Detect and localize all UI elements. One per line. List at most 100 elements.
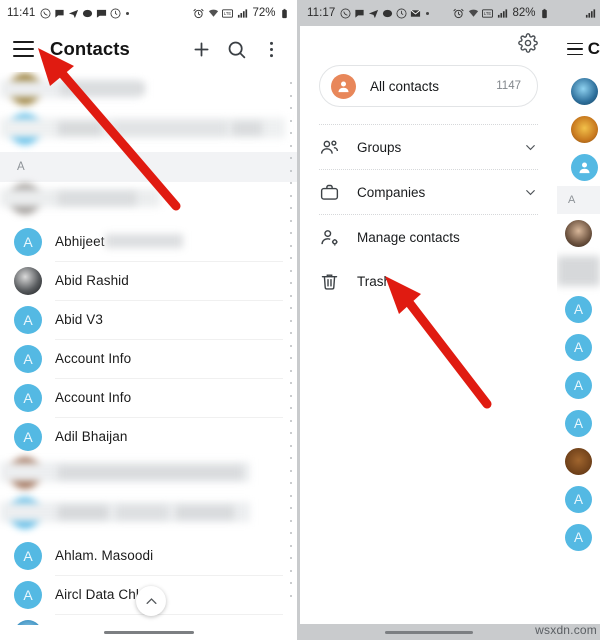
- signal-icon: [585, 8, 596, 19]
- list-item[interactable]: [563, 72, 600, 110]
- search-icon[interactable]: [223, 36, 249, 62]
- contact-name: Aircl Data Chk: [55, 587, 143, 602]
- watermark: wsxdn.com: [535, 623, 597, 637]
- avatar: A: [14, 305, 42, 334]
- svg-text:LTE: LTE: [224, 10, 231, 15]
- signal-icon: [237, 8, 248, 19]
- list-item-redacted[interactable]: [0, 182, 297, 222]
- drawer-header: [300, 26, 557, 60]
- list-item-redacted[interactable]: [0, 496, 297, 536]
- chevron-up-icon: [146, 597, 156, 604]
- all-contacts-label: All contacts: [370, 78, 440, 94]
- gear-icon[interactable]: [518, 33, 538, 53]
- avatar: A: [14, 383, 42, 412]
- list-item[interactable]: A: [557, 404, 600, 442]
- table-row[interactable]: Abid Rashid: [0, 261, 297, 300]
- signal-icon: [497, 8, 508, 19]
- table-row[interactable]: A Abhijeet: [0, 222, 297, 261]
- hamburger-icon[interactable]: [13, 41, 34, 57]
- avatar: A: [565, 523, 592, 551]
- peek-card: [563, 72, 600, 186]
- chat-bubble-icon: [382, 8, 393, 19]
- wifi-icon: [208, 8, 219, 19]
- clock-history-icon: [396, 8, 407, 19]
- drawer-bottom-fill: [300, 616, 557, 624]
- person-icon: [579, 162, 590, 173]
- list-item-redacted[interactable]: [557, 252, 600, 290]
- table-row[interactable]: A Account Info: [0, 378, 297, 417]
- plus-icon[interactable]: [188, 36, 214, 62]
- svg-text:LTE: LTE: [484, 10, 491, 15]
- phone-screen-drawer: 11:17 LTE 82% All contacts 1147 Groups C…: [300, 0, 557, 640]
- phone-screen-peek: C A A A A A A A: [557, 0, 600, 640]
- system-nav-bar: [0, 625, 297, 640]
- drawer-item-trash[interactable]: Trash: [319, 259, 538, 303]
- drawer-item-companies[interactable]: Companies: [319, 170, 538, 214]
- scroll-to-top-button[interactable]: [136, 586, 166, 616]
- contact-name: Account Info: [55, 351, 132, 366]
- contact-name: Adil Bhaijan: [55, 429, 128, 444]
- nav-gesture-pill[interactable]: [384, 630, 473, 634]
- navigation-drawer: All contacts 1147 Groups Companies Manag…: [300, 26, 557, 640]
- list-item[interactable]: [563, 110, 600, 148]
- message-icon: [354, 8, 365, 19]
- drawer-item-manage-contacts[interactable]: Manage contacts: [319, 215, 538, 259]
- list-item[interactable]: A: [557, 366, 600, 404]
- drawer-item-label: Groups: [357, 139, 402, 155]
- contact-name: Abid V3: [55, 312, 103, 327]
- whatsapp-icon: [340, 8, 351, 19]
- list-item[interactable]: [563, 148, 600, 186]
- mail-icon: [410, 8, 421, 19]
- briefcase-icon: [319, 182, 340, 203]
- peek-contacts-screen[interactable]: C A A A A A A A: [557, 26, 600, 640]
- list-item-redacted[interactable]: [0, 112, 297, 152]
- avatar: [571, 77, 598, 105]
- table-row[interactable]: A Adil Bhaijan: [0, 417, 297, 456]
- page-title: Contacts: [50, 38, 130, 59]
- more-vertical-icon[interactable]: [258, 36, 284, 62]
- system-nav-bar: [300, 624, 557, 640]
- drawer-item-label: Trash: [357, 273, 392, 289]
- chevron-down-icon[interactable]: [523, 185, 538, 200]
- list-item[interactable]: A: [557, 290, 600, 328]
- table-row[interactable]: A Ahlam. Masoodi: [0, 536, 297, 575]
- hamburger-icon[interactable]: [567, 42, 583, 56]
- list-item[interactable]: [557, 442, 600, 480]
- message-icon: [54, 8, 65, 19]
- people-icon: [319, 137, 340, 158]
- status-left-icons: [340, 8, 430, 19]
- battery-percent: 82%: [512, 7, 536, 19]
- alphabet-index-rail[interactable]: [287, 82, 294, 610]
- list-item-redacted[interactable]: [0, 72, 297, 112]
- wifi-icon: [468, 8, 479, 19]
- list-item[interactable]: A: [557, 518, 600, 556]
- status-bar-mid: 11:17 LTE 82%: [300, 0, 557, 26]
- list-item[interactable]: A: [557, 328, 600, 366]
- alarm-icon: [453, 8, 465, 19]
- table-row[interactable]: A Account Info: [0, 339, 297, 378]
- status-time: 11:17: [307, 7, 336, 19]
- contacts-list[interactable]: A A Abhijeet Abid Rashid A Abid V3 A Acc…: [0, 72, 297, 640]
- avatar: A: [565, 409, 592, 437]
- more-dot-icon: [126, 11, 130, 15]
- nav-gesture-pill[interactable]: [103, 631, 194, 634]
- clock-history-icon: [110, 8, 121, 19]
- avatar: A: [14, 227, 42, 256]
- list-item-redacted[interactable]: [0, 456, 297, 496]
- table-row[interactable]: A Abid V3: [0, 300, 297, 339]
- volte-icon: LTE: [222, 8, 234, 19]
- more-dot-icon: [426, 11, 430, 15]
- avatar: A: [14, 580, 42, 609]
- list-item[interactable]: [557, 214, 600, 252]
- avatar: [571, 153, 598, 181]
- list-item[interactable]: A: [557, 480, 600, 518]
- avatar: [565, 447, 592, 475]
- status-bar-right: [557, 0, 600, 26]
- chevron-down-icon[interactable]: [523, 140, 538, 155]
- drawer-item-groups[interactable]: Groups: [319, 125, 538, 169]
- avatar: [571, 115, 598, 143]
- trash-icon: [319, 271, 340, 292]
- contact-name: Account Info: [55, 390, 132, 405]
- status-right-icons: LTE 72%: [193, 7, 290, 19]
- all-contacts-item[interactable]: All contacts 1147: [319, 65, 538, 107]
